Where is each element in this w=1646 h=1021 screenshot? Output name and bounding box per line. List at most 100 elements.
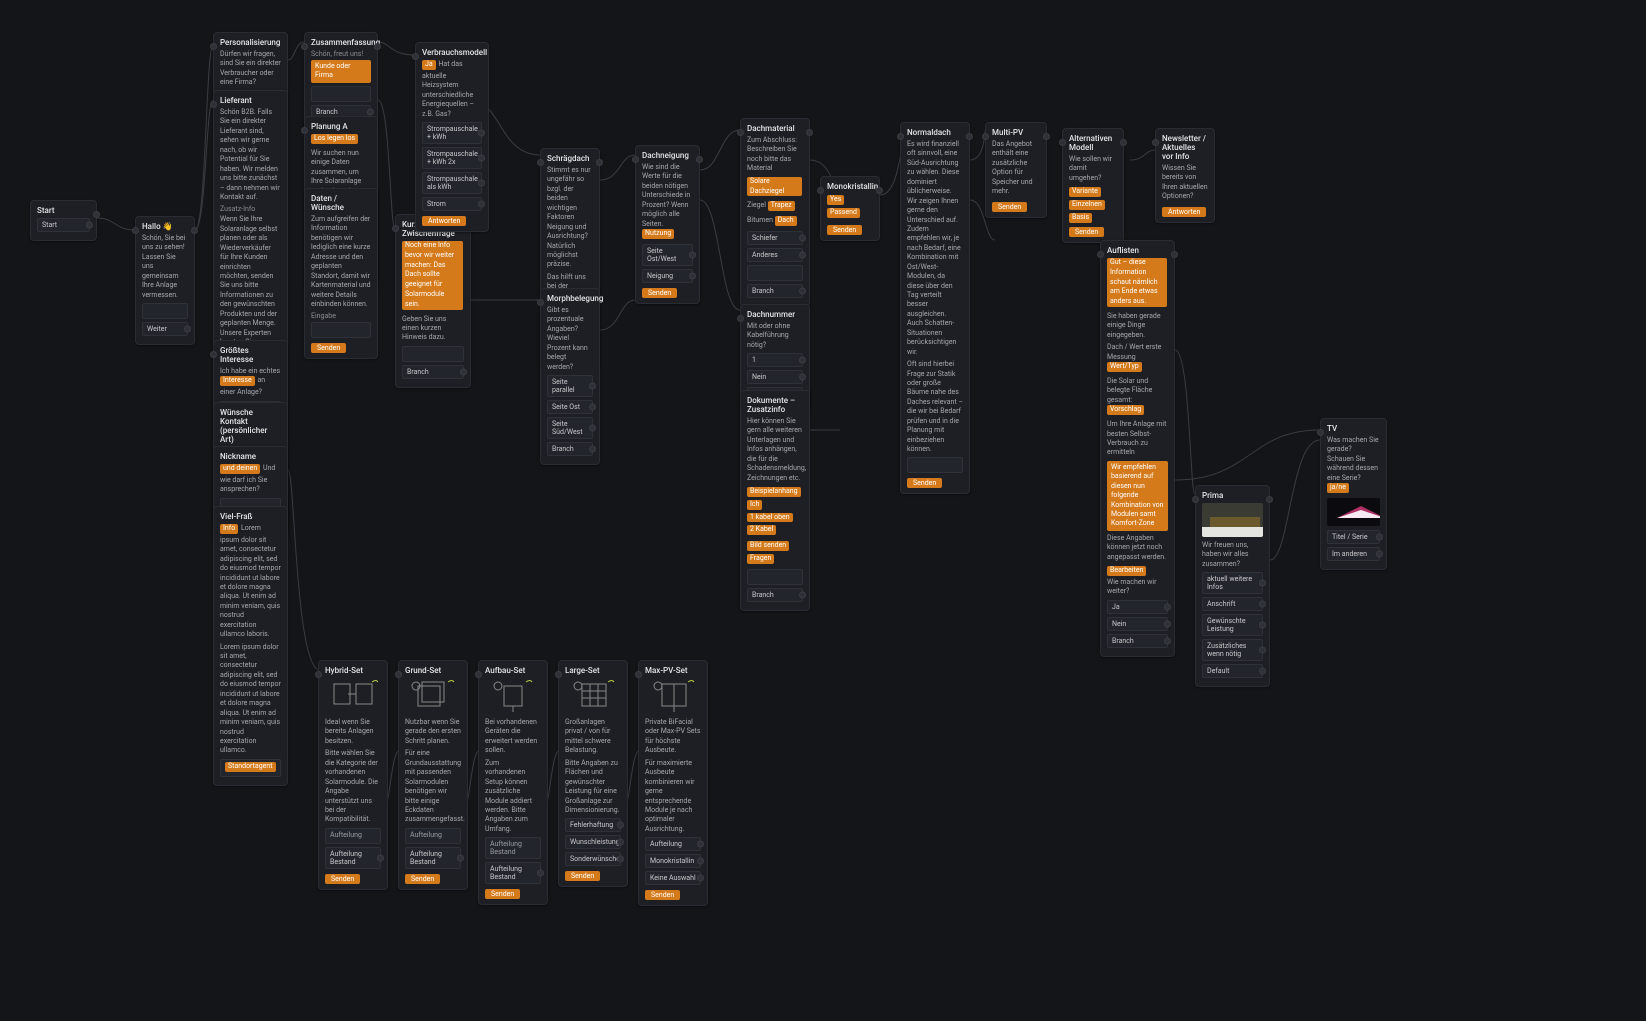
intro-continue-button[interactable]: Weiter [142, 322, 188, 336]
prima-btn[interactable]: Default [1202, 664, 1263, 678]
auf-opt2[interactable]: Nein [1107, 617, 1168, 631]
zus-field[interactable] [311, 86, 371, 102]
daten-btn[interactable]: Senden [311, 343, 346, 353]
daten-field[interactable] [311, 322, 371, 338]
node-maxpv-set[interactable]: Max-PV-Set Private BiFacial oder Max-PV … [638, 660, 708, 906]
maxpv-icon [648, 678, 698, 714]
pers-title: Personalisierung [220, 38, 281, 47]
tv-btn[interactable]: Im anderen [1327, 547, 1380, 561]
node-intro[interactable]: Hallo 👋 Schön, Sie bei uns zu sehen! Las… [135, 216, 195, 345]
node-multipv[interactable]: Multi-PV Das Angebot enthält eine zusätz… [985, 122, 1047, 218]
tv-title: TV [1327, 424, 1380, 433]
int-title: Größtes Interesse [220, 346, 281, 364]
node-verbrauch[interactable]: Verbrauchsmodell Ja Hat das aktuelle Hei… [415, 42, 489, 232]
auf-br[interactable]: Branch [1107, 634, 1168, 648]
dm-opt5[interactable]: Anderes [747, 248, 803, 262]
tv-field[interactable]: Titel / Serie [1327, 530, 1380, 544]
intro-field[interactable] [142, 303, 188, 319]
prima-image [1202, 503, 1263, 537]
auf-opt1[interactable]: Ja [1107, 600, 1168, 614]
db-opt1[interactable]: 1 [747, 353, 803, 367]
news-title: Newsletter / Aktuelles vor Info [1162, 134, 1208, 161]
mpv-btn[interactable]: Senden [992, 202, 1027, 212]
db-opt2[interactable]: Nein [747, 370, 803, 384]
node-grund-set[interactable]: Grund-Set Nutzbar wenn Sie gerade den er… [398, 660, 468, 890]
node-alternative[interactable]: Alternativen Modell Wie sollen wir damit… [1062, 128, 1124, 243]
nick-q: und deinen Und wie darf ich Sie ansprech… [220, 464, 281, 495]
morph-title: Morphbelegung [547, 294, 593, 303]
lief-title: Lieferant [220, 96, 281, 105]
verb-q: Ja Hat das aktuelle Heizsystem unterschi… [422, 60, 482, 119]
dm-opt4[interactable]: Schiefer [747, 231, 803, 245]
alt-btn[interactable]: Senden [1069, 227, 1104, 237]
news-q: Wissen Sie bereits von Ihren aktuellen O… [1162, 164, 1208, 202]
morph-q: Gibt es prozentuale Angaben? Wieviel Pro… [547, 306, 593, 372]
kurze-body: Geben Sie uns einen kurzen Hinweis dazu. [402, 315, 464, 343]
node-mono[interactable]: Monokristallin Yes Passend Senden [820, 176, 880, 241]
morph-f3[interactable]: Seite Süd/West [547, 417, 593, 439]
morph-f2[interactable]: Seite Ost [547, 400, 593, 414]
kurze-br[interactable]: Branch [402, 365, 464, 379]
node-dachneigung[interactable]: Dachneigung Wie sind die Werte für die b… [635, 145, 700, 304]
node-morph[interactable]: Morphbelegung Gibt es prozentuale Angabe… [540, 288, 600, 465]
dok-br[interactable]: Branch [747, 588, 803, 602]
alt-title: Alternativen Modell [1069, 134, 1117, 152]
norm-q: Oft sind hierbei Frage zur Statik oder g… [907, 360, 963, 454]
node-large-set[interactable]: Large-Set Großanlagen privat / von für m… [558, 660, 628, 887]
dm-title: Dachmaterial [747, 124, 803, 133]
node-newsletter[interactable]: Newsletter / Aktuelles vor Info Wissen S… [1155, 128, 1215, 223]
dok-field[interactable] [747, 569, 803, 585]
node-aufbau-set[interactable]: Aufbau-Set Bei vorhandenen Geräten die e… [478, 660, 548, 905]
prima-f1[interactable]: aktuell weitere Infos [1202, 572, 1263, 594]
node-kurze[interactable]: Kurze Zwischenfrage Noch eine Info bevor… [395, 214, 471, 388]
node-dokumente[interactable]: Dokumente – Zusatzinfo Hier können Sie g… [740, 390, 810, 611]
mono-btn[interactable]: Senden [827, 225, 862, 235]
dok-chip: Beispielanhang [747, 487, 801, 497]
verb-opt3[interactable]: Strompauschale als kWh [422, 172, 482, 194]
morph-f1[interactable]: Seite parallel [547, 375, 593, 397]
node-start[interactable]: Start Start [30, 200, 97, 241]
verb-title: Verbrauchsmodell [422, 48, 482, 57]
vf-q2: Lorem ipsum dolor sit amet, consectetur … [220, 643, 281, 756]
node-vielfrass[interactable]: Viel-Fraß Info Lorem ipsum dolor sit ame… [213, 506, 288, 786]
dm-field[interactable] [747, 265, 803, 281]
node-daten[interactable]: Daten / Wünsche Zum aufgreifen der Infor… [304, 188, 378, 359]
prima-q: Wir freuen uns, haben wir alles zusammen… [1202, 541, 1263, 569]
alt-q: Wie sollen wir damit umgehen? [1069, 155, 1117, 183]
node-hybrid-set[interactable]: Hybrid-Set Ideal wenn Sie bereits Anlage… [318, 660, 388, 890]
node-prima[interactable]: Prima Wir freuen uns, haben wir alles zu… [1195, 485, 1270, 687]
norm-btn[interactable]: Senden [907, 478, 942, 488]
dn-btn[interactable]: Senden [642, 288, 677, 298]
node-zusammenfassung[interactable]: Zusammenfassung Schön, freut uns! Kunde … [304, 32, 378, 128]
prima-title: Prima [1202, 491, 1263, 500]
news-btn[interactable]: Antworten [1162, 207, 1206, 217]
prima-f2[interactable]: Anschrift [1202, 597, 1263, 611]
intro-title: Hallo 👋 [142, 222, 188, 231]
node-normaldach[interactable]: Normaldach Es wird finanziell oft sinnvo… [900, 122, 970, 494]
start-button[interactable]: Start [37, 218, 90, 232]
dok-q: Hier können Sie gern alle weiteren Unter… [747, 417, 803, 483]
norm-field[interactable] [907, 457, 963, 473]
verb-opt4[interactable]: Strom [422, 197, 482, 211]
dn-f2[interactable]: Neigung [642, 269, 693, 283]
vf-tag: Standortagent [225, 762, 276, 772]
lief-label: Zusatz-Info [220, 205, 281, 213]
kurze-field[interactable] [402, 346, 464, 362]
daten-body: Zum aufgreifen der Information benötigen… [311, 215, 371, 309]
node-auflisten[interactable]: Auflisten Gut – diese Information schaut… [1100, 240, 1175, 657]
dn-f1[interactable]: Seite Ost/West [642, 244, 693, 266]
node-tv[interactable]: TV Was machen Sie gerade? Schauen Sie wä… [1320, 418, 1387, 570]
prima-f3[interactable]: Gewünschte Leistung [1202, 614, 1263, 636]
node-dachmaterial[interactable]: Dachmaterial Zum Abschluss: Beschreiben … [740, 118, 810, 307]
hybrid-icon [328, 678, 378, 714]
vf-title: Viel-Fraß [220, 512, 281, 521]
schr-q: Stimmt es nur ungefähr so bzgl. der beid… [547, 166, 593, 270]
verb-opt2[interactable]: Strompauschale + kWh 2x [422, 147, 482, 169]
verb-opt1[interactable]: Strompauschale + kWh [422, 122, 482, 144]
verb-btn[interactable]: Antworten [422, 216, 466, 226]
prima-f4[interactable]: Zusätzliches wenn nötig [1202, 639, 1263, 661]
plan-label: Los legen los [311, 134, 371, 146]
morph-br[interactable]: Branch [547, 442, 593, 456]
dm-br[interactable]: Branch [747, 284, 803, 298]
vf-q1: Info Lorem ipsum dolor sit amet, consect… [220, 524, 281, 640]
